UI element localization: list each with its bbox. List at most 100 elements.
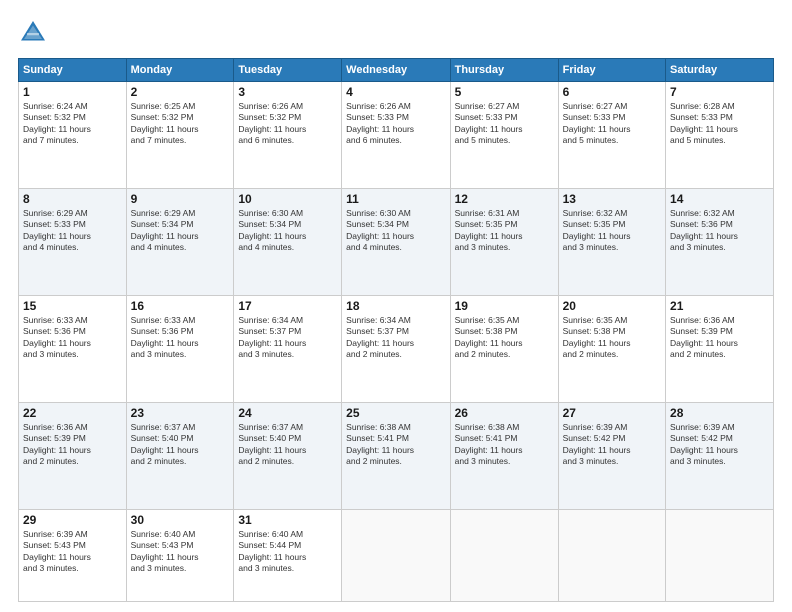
calendar-cell: 4 Sunrise: 6:26 AM Sunset: 5:33 PM Daylig… xyxy=(342,82,450,189)
day-info: Sunrise: 6:29 AM Sunset: 5:34 PM Dayligh… xyxy=(131,208,230,254)
calendar-cell: 23 Sunrise: 6:37 AM Sunset: 5:40 PM Dayli… xyxy=(126,402,234,509)
calendar-cell: 18 Sunrise: 6:34 AM Sunset: 5:37 PM Dayli… xyxy=(342,295,450,402)
day-info: Sunrise: 6:34 AM Sunset: 5:37 PM Dayligh… xyxy=(238,315,337,361)
day-info: Sunrise: 6:34 AM Sunset: 5:37 PM Dayligh… xyxy=(346,315,445,361)
calendar-cell: 27 Sunrise: 6:39 AM Sunset: 5:42 PM Dayli… xyxy=(558,402,665,509)
calendar-cell: 11 Sunrise: 6:30 AM Sunset: 5:34 PM Dayli… xyxy=(342,188,450,295)
day-info: Sunrise: 6:36 AM Sunset: 5:39 PM Dayligh… xyxy=(670,315,769,361)
day-number: 4 xyxy=(346,85,445,99)
day-info: Sunrise: 6:27 AM Sunset: 5:33 PM Dayligh… xyxy=(455,101,554,147)
calendar-cell xyxy=(342,509,450,601)
day-number: 2 xyxy=(131,85,230,99)
day-info: Sunrise: 6:40 AM Sunset: 5:44 PM Dayligh… xyxy=(238,529,337,575)
day-of-week-header: Tuesday xyxy=(234,59,342,82)
day-number: 21 xyxy=(670,299,769,313)
calendar-cell: 28 Sunrise: 6:39 AM Sunset: 5:42 PM Dayli… xyxy=(666,402,774,509)
logo xyxy=(18,18,50,48)
day-info: Sunrise: 6:26 AM Sunset: 5:32 PM Dayligh… xyxy=(238,101,337,147)
day-number: 1 xyxy=(23,85,122,99)
day-number: 11 xyxy=(346,192,445,206)
day-of-week-header: Thursday xyxy=(450,59,558,82)
day-number: 12 xyxy=(455,192,554,206)
calendar-cell: 29 Sunrise: 6:39 AM Sunset: 5:43 PM Dayli… xyxy=(19,509,127,601)
day-info: Sunrise: 6:36 AM Sunset: 5:39 PM Dayligh… xyxy=(23,422,122,468)
calendar-header-row: SundayMondayTuesdayWednesdayThursdayFrid… xyxy=(19,59,774,82)
day-number: 3 xyxy=(238,85,337,99)
calendar-cell: 7 Sunrise: 6:28 AM Sunset: 5:33 PM Daylig… xyxy=(666,82,774,189)
calendar-cell: 30 Sunrise: 6:40 AM Sunset: 5:43 PM Dayli… xyxy=(126,509,234,601)
calendar-cell: 25 Sunrise: 6:38 AM Sunset: 5:41 PM Dayli… xyxy=(342,402,450,509)
day-info: Sunrise: 6:37 AM Sunset: 5:40 PM Dayligh… xyxy=(131,422,230,468)
day-number: 20 xyxy=(563,299,661,313)
calendar-cell: 1 Sunrise: 6:24 AM Sunset: 5:32 PM Daylig… xyxy=(19,82,127,189)
day-info: Sunrise: 6:32 AM Sunset: 5:36 PM Dayligh… xyxy=(670,208,769,254)
calendar-cell: 24 Sunrise: 6:37 AM Sunset: 5:40 PM Dayli… xyxy=(234,402,342,509)
calendar-cell: 6 Sunrise: 6:27 AM Sunset: 5:33 PM Daylig… xyxy=(558,82,665,189)
day-number: 8 xyxy=(23,192,122,206)
calendar-cell: 12Sunrise: 6:31 AM Sunset: 5:35 PM Dayli… xyxy=(450,188,558,295)
day-number: 30 xyxy=(131,513,230,527)
day-info: Sunrise: 6:37 AM Sunset: 5:40 PM Dayligh… xyxy=(238,422,337,468)
day-number: 13 xyxy=(563,192,661,206)
day-number: 22 xyxy=(23,406,122,420)
day-info: Sunrise: 6:39 AM Sunset: 5:42 PM Dayligh… xyxy=(670,422,769,468)
day-number: 14 xyxy=(670,192,769,206)
day-number: 23 xyxy=(131,406,230,420)
day-number: 28 xyxy=(670,406,769,420)
day-info: Sunrise: 6:25 AM Sunset: 5:32 PM Dayligh… xyxy=(131,101,230,147)
day-of-week-header: Sunday xyxy=(19,59,127,82)
day-number: 7 xyxy=(670,85,769,99)
day-info: Sunrise: 6:33 AM Sunset: 5:36 PM Dayligh… xyxy=(131,315,230,361)
day-info: Sunrise: 6:35 AM Sunset: 5:38 PM Dayligh… xyxy=(455,315,554,361)
calendar-cell: 8Sunrise: 6:29 AM Sunset: 5:33 PM Daylig… xyxy=(19,188,127,295)
calendar-table: SundayMondayTuesdayWednesdayThursdayFrid… xyxy=(18,58,774,602)
day-number: 18 xyxy=(346,299,445,313)
day-number: 5 xyxy=(455,85,554,99)
day-info: Sunrise: 6:27 AM Sunset: 5:33 PM Dayligh… xyxy=(563,101,661,147)
logo-icon xyxy=(18,18,48,48)
day-info: Sunrise: 6:39 AM Sunset: 5:43 PM Dayligh… xyxy=(23,529,122,575)
calendar-cell: 5 Sunrise: 6:27 AM Sunset: 5:33 PM Daylig… xyxy=(450,82,558,189)
calendar-cell: 15Sunrise: 6:33 AM Sunset: 5:36 PM Dayli… xyxy=(19,295,127,402)
day-number: 24 xyxy=(238,406,337,420)
day-info: Sunrise: 6:38 AM Sunset: 5:41 PM Dayligh… xyxy=(346,422,445,468)
calendar-cell: 26Sunrise: 6:38 AM Sunset: 5:41 PM Dayli… xyxy=(450,402,558,509)
day-number: 29 xyxy=(23,513,122,527)
day-of-week-header: Friday xyxy=(558,59,665,82)
day-info: Sunrise: 6:39 AM Sunset: 5:42 PM Dayligh… xyxy=(563,422,661,468)
day-info: Sunrise: 6:26 AM Sunset: 5:33 PM Dayligh… xyxy=(346,101,445,147)
day-number: 16 xyxy=(131,299,230,313)
calendar-cell: 31 Sunrise: 6:40 AM Sunset: 5:44 PM Dayli… xyxy=(234,509,342,601)
calendar-cell: 2 Sunrise: 6:25 AM Sunset: 5:32 PM Daylig… xyxy=(126,82,234,189)
calendar-cell: 9 Sunrise: 6:29 AM Sunset: 5:34 PM Daylig… xyxy=(126,188,234,295)
calendar-cell: 17 Sunrise: 6:34 AM Sunset: 5:37 PM Dayli… xyxy=(234,295,342,402)
page: SundayMondayTuesdayWednesdayThursdayFrid… xyxy=(0,0,792,612)
day-number: 17 xyxy=(238,299,337,313)
calendar-cell: 19 Sunrise: 6:35 AM Sunset: 5:38 PM Dayli… xyxy=(450,295,558,402)
day-number: 25 xyxy=(346,406,445,420)
calendar-cell xyxy=(450,509,558,601)
day-info: Sunrise: 6:40 AM Sunset: 5:43 PM Dayligh… xyxy=(131,529,230,575)
day-number: 10 xyxy=(238,192,337,206)
day-number: 9 xyxy=(131,192,230,206)
day-of-week-header: Wednesday xyxy=(342,59,450,82)
calendar-cell: 22 Sunrise: 6:36 AM Sunset: 5:39 PM Dayli… xyxy=(19,402,127,509)
day-number: 19 xyxy=(455,299,554,313)
calendar-cell xyxy=(666,509,774,601)
day-number: 31 xyxy=(238,513,337,527)
day-number: 15 xyxy=(23,299,122,313)
calendar-cell: 21 Sunrise: 6:36 AM Sunset: 5:39 PM Dayli… xyxy=(666,295,774,402)
calendar-cell: 3 Sunrise: 6:26 AM Sunset: 5:32 PM Daylig… xyxy=(234,82,342,189)
day-info: Sunrise: 6:35 AM Sunset: 5:38 PM Dayligh… xyxy=(563,315,661,361)
day-number: 6 xyxy=(563,85,661,99)
day-info: Sunrise: 6:28 AM Sunset: 5:33 PM Dayligh… xyxy=(670,101,769,147)
calendar-cell: 10Sunrise: 6:30 AM Sunset: 5:34 PM Dayli… xyxy=(234,188,342,295)
day-number: 27 xyxy=(563,406,661,420)
calendar-cell: 13Sunrise: 6:32 AM Sunset: 5:35 PM Dayli… xyxy=(558,188,665,295)
calendar-cell xyxy=(558,509,665,601)
day-info: Sunrise: 6:24 AM Sunset: 5:32 PM Dayligh… xyxy=(23,101,122,147)
calendar-cell: 14 Sunrise: 6:32 AM Sunset: 5:36 PM Dayli… xyxy=(666,188,774,295)
day-of-week-header: Saturday xyxy=(666,59,774,82)
calendar-cell: 16 Sunrise: 6:33 AM Sunset: 5:36 PM Dayli… xyxy=(126,295,234,402)
day-info: Sunrise: 6:30 AM Sunset: 5:34 PM Dayligh… xyxy=(346,208,445,254)
